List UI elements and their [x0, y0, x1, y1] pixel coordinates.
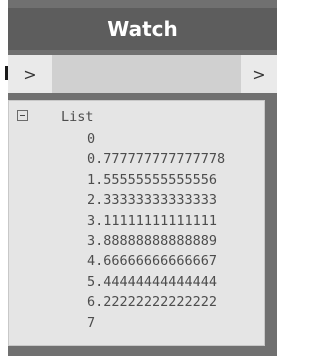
- output-port[interactable]: >: [241, 55, 277, 93]
- list-item: 6.22222222222222: [87, 294, 218, 311]
- list-item: 5.44444444444444: [87, 273, 218, 290]
- list-item: 7: [87, 314, 96, 331]
- list-item: 3.88888888888889: [87, 232, 218, 249]
- input-port[interactable]: >: [8, 55, 52, 93]
- list-item: 1.55555555555556: [87, 171, 218, 188]
- port-bar: > >: [8, 55, 277, 93]
- list-items: 0 0.777777777777778 1.55555555555556 2.3…: [87, 129, 225, 333]
- list-item: 0: [87, 131, 96, 147]
- watch-output-panel[interactable]: List 0 0.777777777777778 1.5555555555555…: [8, 100, 265, 346]
- node-title[interactable]: Watch: [8, 8, 277, 50]
- list-item: 4.66666666666667: [87, 253, 218, 270]
- list-item: 0.777777777777778: [87, 151, 226, 168]
- list-item: 2.33333333333333: [87, 192, 218, 209]
- list-item: 3.11111111111111: [87, 212, 218, 229]
- collapse-icon[interactable]: [17, 110, 28, 121]
- list-root-label: List: [61, 109, 94, 125]
